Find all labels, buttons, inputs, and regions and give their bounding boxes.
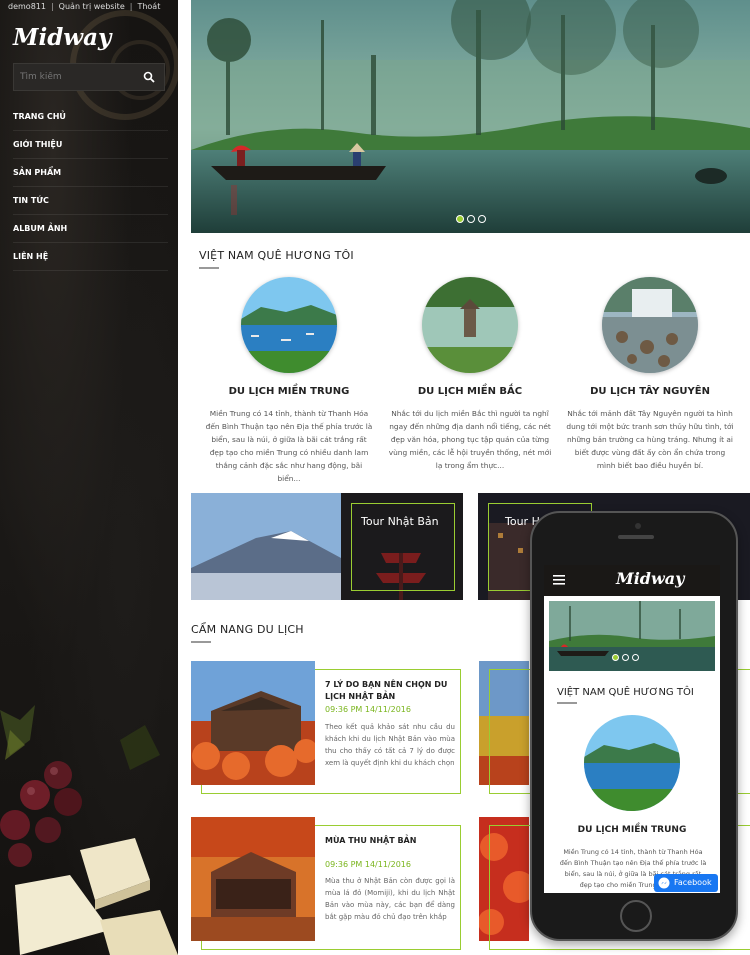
nav-item-album[interactable]: ALBUM ẢNH xyxy=(13,215,168,243)
post-card[interactable]: MÙA THU NHẬT BẢN 09:36 PM 14/11/2016 Mùa… xyxy=(191,817,461,950)
hamburger-icon[interactable] xyxy=(553,575,565,585)
messenger-icon xyxy=(658,877,670,889)
post-date: 09:36 PM 14/11/2016 xyxy=(325,860,411,869)
tour-card-japan[interactable]: Tour Nhật Bản xyxy=(191,493,463,600)
feature-image-central xyxy=(241,277,337,373)
feature-text: Miền Trung có 14 tỉnh, thành từ Thanh Hó… xyxy=(205,409,373,483)
nav-item-news[interactable]: TIN TỨC xyxy=(13,187,168,215)
nav-item-home[interactable]: TRANG CHỦ xyxy=(13,103,168,131)
phone-hero-dot[interactable] xyxy=(622,654,629,661)
post-excerpt: Theo kết quả khảo sát nhu cầu du khách k… xyxy=(325,723,455,767)
nav-item-about[interactable]: GIỚI THIỆU xyxy=(13,131,168,159)
feature-title[interactable]: DU LỊCH MIỀN TRUNG xyxy=(204,386,374,397)
admin-link[interactable]: Quản trị website xyxy=(59,2,125,11)
phone-logo[interactable]: Midway xyxy=(616,569,684,588)
feature-title[interactable]: DU LỊCH TÂY NGUYÊN xyxy=(565,386,735,397)
sidebar: demo811|Quản trị website|Thoát Midway TR… xyxy=(0,0,178,955)
phone-header: Midway xyxy=(544,565,720,596)
nav-item-contact[interactable]: LIÊN HỆ xyxy=(13,243,168,271)
phone-screen: Midway VIỆT NAM QUÊ HƯƠNG TÔI DU LỊCH MI… xyxy=(544,565,720,893)
post-excerpt: Mùa thu ở Nhật Bản còn được gọi là mùa l… xyxy=(325,877,455,921)
nav-item-products[interactable]: SẢN PHẨM xyxy=(13,159,168,187)
facebook-label: Facebook xyxy=(674,878,712,887)
feature-central[interactable]: DU LỊCH MIỀN TRUNG Miền Trung có 14 tỉnh… xyxy=(204,277,374,485)
search-input[interactable] xyxy=(14,64,138,90)
feature-text: Nhắc tới mảnh đất Tây Nguyên người ta hì… xyxy=(566,409,734,470)
site-logo[interactable]: Midway xyxy=(13,24,111,51)
main-nav: TRANG CHỦ GIỚI THIỆU SẢN PHẨM TIN TỨC AL… xyxy=(13,103,168,271)
feature-text: Nhắc tới du lịch miền Bắc thì người ta n… xyxy=(388,409,552,470)
tour-label[interactable]: Tour Nhật Bản xyxy=(361,515,439,528)
section-title-vietnam: VIỆT NAM QUÊ HƯƠNG TÔI xyxy=(199,249,354,269)
phone-home-button xyxy=(620,900,652,932)
feature-image-highland xyxy=(602,277,698,373)
feature-north[interactable]: DU LỊCH MIỀN BẮC Nhắc tới du lịch miền B… xyxy=(385,277,555,472)
hero-dot[interactable] xyxy=(478,215,486,223)
hero-dots xyxy=(456,215,486,223)
phone-hero-dot[interactable] xyxy=(612,654,619,661)
facebook-button[interactable]: Facebook xyxy=(654,874,718,892)
hero-lake-image xyxy=(191,0,750,233)
logout-link[interactable]: Thoát xyxy=(137,2,160,11)
phone-speaker xyxy=(618,535,654,539)
grapes-cheese-decoration xyxy=(0,705,178,955)
feature-highland[interactable]: DU LỊCH TÂY NGUYÊN Nhắc tới mảnh đất Tây… xyxy=(565,277,735,472)
hero-dot[interactable] xyxy=(467,215,475,223)
feature-image-north xyxy=(422,277,518,373)
phone-section-title: VIỆT NAM QUÊ HƯƠNG TÔI xyxy=(557,687,694,704)
post-image[interactable] xyxy=(191,817,315,941)
post-title[interactable]: 7 LÝ DO BẠN NÊN CHỌN DU LỊCH NHẬT BẢN xyxy=(325,679,453,703)
phone-feature-title[interactable]: DU LỊCH MIỀN TRUNG xyxy=(544,825,720,835)
search-icon[interactable] xyxy=(143,71,155,83)
post-image[interactable] xyxy=(191,661,315,785)
phone-hero-dot[interactable] xyxy=(632,654,639,661)
phone-camera xyxy=(635,523,641,529)
section-title-guide: CẨM NANG DU LỊCH xyxy=(191,623,304,643)
hero-dot[interactable] xyxy=(456,215,464,223)
hero-slider[interactable] xyxy=(191,0,750,233)
user-link[interactable]: demo811 xyxy=(8,2,46,11)
post-title[interactable]: MÙA THU NHẬT BẢN xyxy=(325,835,453,847)
top-links: demo811 | Quản trị website | Thoát xyxy=(8,2,161,11)
search-box xyxy=(13,63,165,91)
post-date: 09:36 PM 14/11/2016 xyxy=(325,705,411,714)
phone-hero-dots xyxy=(612,654,639,661)
feature-title[interactable]: DU LỊCH MIỀN BẮC xyxy=(385,386,555,397)
post-card[interactable]: 7 LÝ DO BẠN NÊN CHỌN DU LỊCH NHẬT BẢN 09… xyxy=(191,661,461,794)
phone-feature-image[interactable] xyxy=(584,715,680,811)
